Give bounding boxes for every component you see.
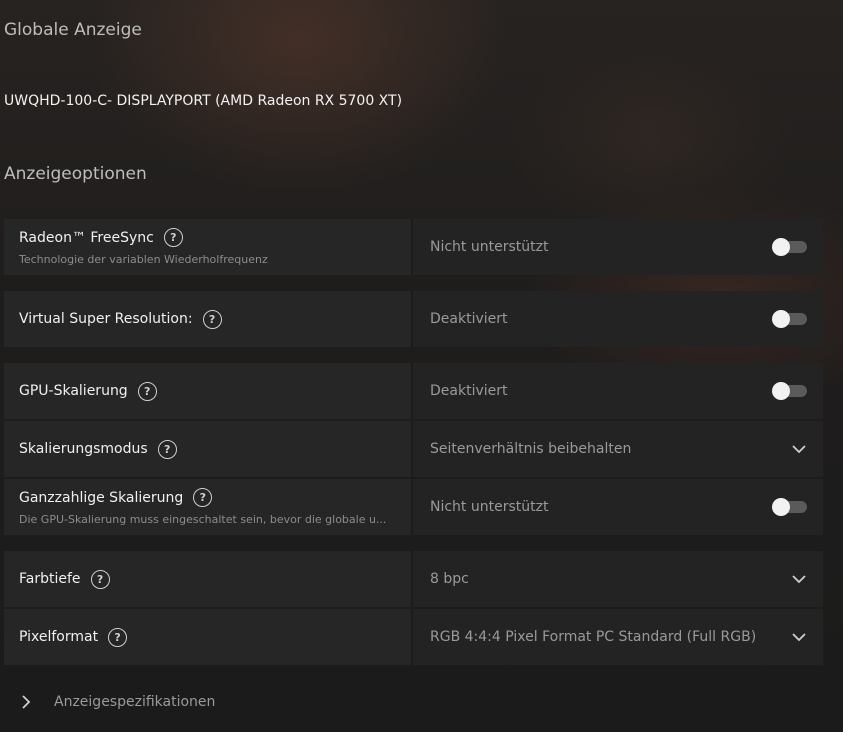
setting-value-cell: Nicht unterstützt [413, 219, 823, 275]
toggle-knob [772, 498, 790, 516]
help-icon[interactable]: ? [108, 627, 128, 647]
display-name: UWQHD-100-C- DISPLAYPORT (AMD Radeon RX … [4, 93, 403, 109]
toggle-knob [772, 310, 790, 328]
setting-value: Deaktiviert [430, 311, 508, 327]
setting-row-pixel-format: Pixelformat ? RGB 4:4:4 Pixel Format PC … [4, 609, 823, 665]
setting-row-vsr: Virtual Super Resolution: ? Deaktiviert [4, 291, 823, 347]
global-display-page: Globale Anzeige UWQHD-100-C- DISPLAYPORT… [0, 0, 843, 732]
help-icon[interactable]: ? [163, 228, 183, 247]
setting-row-scaling-mode: Skalierungsmodus ? Seitenverhältnis beib… [4, 421, 823, 477]
setting-value: 8 bpc [430, 571, 469, 587]
setting-description: Technologie der variablen Wiederholfrequ… [19, 253, 268, 266]
setting-label: Skalierungsmodus [19, 441, 148, 457]
setting-value-cell: Deaktiviert [413, 363, 823, 419]
setting-label: GPU-Skalierung [19, 383, 128, 399]
setting-value-cell: Deaktiviert [413, 291, 823, 347]
setting-row-freesync: Radeon™ FreeSync ? Technologie der varia… [4, 219, 823, 275]
color-depth-dropdown[interactable]: 8 bpc [413, 551, 823, 607]
setting-label-cell: Virtual Super Resolution: ? [4, 291, 413, 347]
help-icon[interactable]: ? [157, 439, 177, 459]
setting-label-cell: GPU-Skalierung ? [4, 363, 413, 419]
setting-value: RGB 4:4:4 Pixel Format PC Standard (Full… [430, 629, 757, 645]
freesync-group: Radeon™ FreeSync ? Technologie der varia… [4, 219, 823, 275]
vsr-toggle[interactable] [772, 310, 807, 328]
setting-label: Farbtiefe [19, 571, 81, 587]
setting-value: Deaktiviert [430, 383, 508, 399]
setting-row-gpu-scaling: GPU-Skalierung ? Deaktiviert [4, 363, 823, 419]
toggle-knob [772, 382, 790, 400]
setting-label: Ganzzahlige Skalierung [19, 489, 184, 506]
setting-label-cell: Skalierungsmodus ? [4, 421, 413, 477]
help-icon[interactable]: ? [193, 488, 213, 507]
setting-label-cell: Ganzzahlige Skalierung ? Die GPU-Skalier… [4, 479, 413, 535]
scaling-group: GPU-Skalierung ? Deaktiviert Skalierungs… [4, 363, 823, 535]
setting-value: Seitenverhältnis beibehalten [430, 441, 632, 457]
setting-value: Nicht unterstützt [430, 499, 549, 515]
vsr-group: Virtual Super Resolution: ? Deaktiviert [4, 291, 823, 347]
setting-label-cell: Radeon™ FreeSync ? Technologie der varia… [4, 219, 413, 275]
setting-label: Virtual Super Resolution: [19, 311, 193, 327]
setting-label-cell: Farbtiefe ? [4, 551, 413, 607]
setting-value-cell: Nicht unterstützt [413, 479, 823, 535]
setting-label: Radeon™ FreeSync [19, 229, 154, 246]
scaling-mode-dropdown[interactable]: Seitenverhältnis beibehalten [413, 421, 823, 477]
display-specs-expander[interactable]: Anzeigespezifikationen [18, 694, 215, 710]
help-icon[interactable]: ? [137, 381, 157, 401]
freesync-toggle[interactable] [772, 238, 807, 256]
display-specs-label: Anzeigespezifikationen [54, 694, 216, 710]
setting-value: Nicht unterstützt [430, 239, 549, 255]
integer-scaling-toggle[interactable] [772, 498, 807, 516]
help-icon[interactable]: ? [202, 309, 222, 329]
page-title: Globale Anzeige [4, 20, 142, 40]
toggle-knob [772, 238, 790, 256]
section-title: Anzeigeoptionen [4, 164, 147, 184]
setting-description: Die GPU-Skalierung muss eingeschaltet se… [19, 513, 387, 526]
setting-label-cell: Pixelformat ? [4, 609, 413, 665]
setting-label: Pixelformat [19, 629, 99, 645]
help-icon[interactable]: ? [90, 569, 110, 589]
chevron-down-icon [791, 629, 807, 645]
pixel-format-dropdown[interactable]: RGB 4:4:4 Pixel Format PC Standard (Full… [413, 609, 823, 665]
chevron-right-icon [18, 694, 34, 710]
color-group: Farbtiefe ? 8 bpc Pixelformat ? RGB 4:4:… [4, 551, 823, 665]
gpu-scaling-toggle[interactable] [772, 382, 807, 400]
chevron-down-icon [791, 441, 807, 457]
setting-row-integer-scaling: Ganzzahlige Skalierung ? Die GPU-Skalier… [4, 479, 823, 535]
chevron-down-icon [791, 571, 807, 587]
setting-row-color-depth: Farbtiefe ? 8 bpc [4, 551, 823, 607]
